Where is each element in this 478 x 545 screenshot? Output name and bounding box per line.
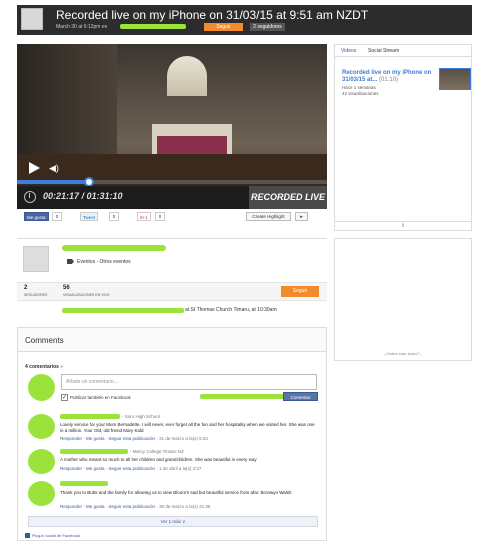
play-icon[interactable] — [29, 162, 40, 174]
channel-avatar[interactable] — [21, 8, 43, 30]
ad-feedback-link[interactable]: ¿Sobre este aviso? ¡ — [335, 351, 471, 356]
related-video-duration: (01:10) — [379, 77, 399, 83]
tweet-button[interactable]: Tweet — [80, 212, 99, 221]
category-link[interactable]: Eventos - Otros eventos — [77, 259, 131, 265]
redacted-description — [62, 308, 184, 313]
commenter-avatar[interactable] — [28, 414, 55, 439]
ad-slot: ¿Sobre este aviso? ¡ — [334, 238, 472, 361]
create-highlight-button[interactable]: Create Highlight — [246, 212, 291, 221]
like-link[interactable]: Me gusta — [86, 466, 105, 471]
related-video-views: 42 visualizaciones — [342, 91, 379, 96]
commenter-avatar[interactable] — [28, 449, 55, 474]
comment-count-text: 4 comentarios — [25, 364, 59, 370]
comment-date[interactable]: 30 de marzo a la(s) 21:38 — [159, 504, 210, 509]
reply-link[interactable]: Responder — [60, 466, 82, 471]
followers-label: SEGUIDORES — [24, 293, 48, 297]
follow-button[interactable]: Seguir — [204, 23, 243, 31]
facebook-icon — [25, 533, 30, 538]
follow-button-secondary[interactable]: Seguir — [281, 286, 319, 297]
tab-social-stream[interactable]: Social Stream — [368, 48, 399, 54]
tab-videos[interactable]: Videos — [341, 48, 356, 54]
video-player[interactable]: ◀) 00:21:17 / 01:31:10 RECORDED LIVE — [17, 44, 327, 209]
location-text: at St Thomas Church Timaru, at 10:30am — [185, 307, 277, 313]
commenter-org[interactable]: - Mercy College Timaru NZ — [130, 449, 184, 454]
sidebar-tabs: Videos Social Stream — [335, 45, 471, 57]
comment-actions: Responder · Me gusta · Seguir esta publi… — [60, 504, 211, 509]
comment-actions: Responder · Me gusta · Seguir esta publi… — [60, 466, 202, 471]
sidebar-scroll-handle[interactable]: ⇕ — [335, 221, 471, 230]
comment-date[interactable]: 31 de marzo a la(s) 5:34 — [159, 436, 208, 441]
follow-post-link[interactable]: Seguir esta publicación — [109, 466, 156, 471]
submit-comment-button[interactable]: Comentar — [283, 392, 318, 401]
related-videos-panel: Videos Social Stream Recorded live on my… — [334, 44, 472, 231]
reply-link[interactable]: Responder — [60, 504, 82, 509]
broadcast-info: Eventos - Otros eventos 2 SEGUIDORES 56 … — [17, 238, 327, 322]
post-to-facebook-checkbox[interactable]: ✓ — [61, 394, 68, 401]
clock-icon — [24, 191, 36, 203]
views-label: VISUALIZACIONES EN VIVO — [63, 293, 110, 297]
comments-header: Comments — [18, 328, 326, 352]
views-number: 56 — [63, 285, 70, 291]
redacted-host-name[interactable] — [62, 245, 166, 251]
like-link[interactable]: Me gusta — [86, 436, 105, 441]
reply-link[interactable]: Responder — [60, 436, 82, 441]
seek-bar[interactable] — [17, 177, 327, 187]
like-count: 0 — [52, 212, 62, 221]
page-title: Recorded live on my iPhone on 31/03/15 a… — [56, 8, 369, 22]
player-controls: 00:21:17 / 01:31:10 RECORDED LIVE — [17, 186, 327, 209]
comments-title: Comments — [25, 336, 64, 345]
share-bar: Me gusta 0 Tweet 0 8+1 0 Create Highligh… — [17, 212, 327, 224]
stats-bar: 2 SEGUIDORES 56 VISUALIZACIONES EN VIVO … — [17, 282, 327, 301]
related-video-meta: Hace 1 semanas 42 visualizaciones — [342, 85, 379, 97]
comments-panel: Comments 4 comentarios » Añade un coment… — [17, 327, 327, 541]
comment-text: A mother who meant so much to all her ch… — [60, 457, 257, 462]
related-video-title[interactable]: Recorded live on my iPhone on 31/03/15 a… — [342, 70, 437, 84]
playback-time: 00:21:17 / 01:31:10 — [43, 191, 123, 201]
commenter-name[interactable] — [60, 481, 108, 486]
comment-text: Thank you to Butts and the family for al… — [60, 490, 292, 495]
video-scene-cloth — [157, 136, 227, 154]
follow-post-link[interactable]: Seguir esta publicación — [109, 436, 156, 441]
recorded-live-badge: RECORDED LIVE — [249, 186, 327, 209]
broadcast-header: Recorded live on my iPhone on 31/03/15 a… — [17, 5, 472, 35]
facebook-like-button[interactable]: Me gusta — [24, 212, 49, 221]
followers-number: 2 — [24, 285, 28, 291]
volume-icon[interactable]: ◀) — [49, 163, 61, 173]
google-plus-button[interactable]: 8+1 — [137, 212, 151, 221]
broadcast-date: March 30 at 6:12pm en — [56, 24, 108, 30]
comment-input[interactable]: Añade un comentario... — [61, 374, 317, 390]
share-icon[interactable]: ▸ — [295, 212, 308, 221]
commenter-org[interactable]: - Soro High School — [122, 414, 160, 419]
follow-post-link[interactable]: Seguir esta publicación — [109, 504, 156, 509]
redacted-channel-name[interactable] — [120, 24, 186, 29]
post-to-facebook-label[interactable]: Publicar también en Facebook — [70, 395, 131, 400]
google-plus-count: 0 — [155, 212, 165, 221]
facebook-plugin-credit[interactable]: Plug-in social de Facebook — [25, 533, 80, 538]
commenter-name[interactable] — [60, 449, 128, 454]
like-link[interactable]: Me gusta — [86, 504, 105, 509]
current-user-avatar — [28, 374, 55, 401]
video-scene-window — [167, 56, 207, 96]
host-avatar[interactable] — [23, 246, 49, 272]
commenter-name[interactable] — [60, 414, 120, 419]
followers-count-button[interactable]: 2 seguidores — [250, 23, 285, 31]
sort-comments-toggle[interactable]: » — [60, 364, 63, 370]
comment-actions: Responder · Me gusta · Seguir esta publi… — [60, 436, 208, 441]
seek-progress — [17, 180, 90, 184]
video-frame[interactable] — [17, 44, 327, 186]
commenter-avatar[interactable] — [28, 481, 55, 506]
related-video-thumbnail[interactable] — [439, 68, 471, 90]
load-more-comments-button[interactable]: Ver 1 más ∨ — [28, 516, 318, 527]
comment-text: Lovely service for your Mum Bernadette. … — [60, 422, 315, 433]
plugin-label[interactable]: Plug-in social de Facebook — [32, 533, 80, 538]
tweet-count: 0 — [109, 212, 119, 221]
comment-count: 4 comentarios » — [25, 364, 63, 370]
tag-icon — [67, 259, 74, 264]
comment-date[interactable]: 1 de abril a la(s) 3:27 — [159, 466, 201, 471]
